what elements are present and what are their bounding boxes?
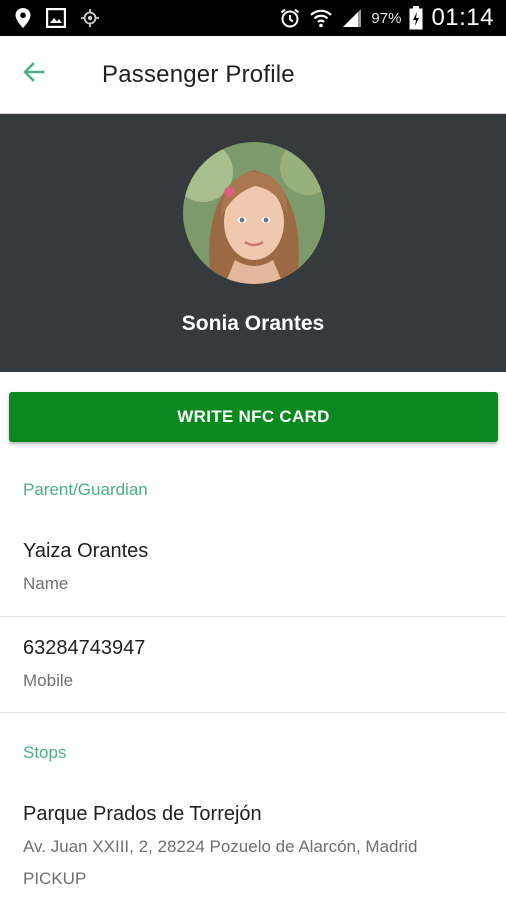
guardian-name-label: Name	[23, 574, 69, 593]
status-bar: 97% 01:14	[0, 0, 506, 36]
stops-section-header: Stops	[23, 743, 67, 762]
battery-icon	[409, 6, 423, 30]
divider	[0, 712, 506, 713]
stop-name: Parque Prados de Torrejón	[23, 803, 262, 825]
stop-address: Av. Juan XXIII, 2, 28224 Pozuelo de Alar…	[23, 837, 418, 856]
arrow-left-icon	[21, 59, 47, 90]
wifi-icon	[309, 7, 333, 29]
location-icon	[14, 7, 32, 29]
guardian-name-value: Yaiza Orantes	[23, 540, 149, 562]
avatar	[183, 142, 325, 284]
passenger-name: Sonia Orantes	[181, 312, 325, 335]
write-nfc-card-button[interactable]: WRITE NFC CARD	[9, 392, 498, 442]
page-title: Passenger Profile	[102, 60, 295, 88]
battery-text: 97%	[371, 9, 402, 27]
guardian-mobile-value: 63284743947	[23, 637, 146, 659]
divider	[0, 616, 506, 617]
guardian-section-header: Parent/Guardian	[23, 480, 148, 499]
status-bar-left	[14, 7, 114, 29]
guardian-mobile-label: Mobile	[23, 671, 74, 690]
stop-type: PICKUP	[23, 869, 87, 888]
back-button[interactable]	[14, 55, 54, 95]
status-bar-right: 97% 01:14	[271, 4, 494, 32]
gps-icon	[80, 8, 100, 28]
signal-icon	[341, 7, 363, 29]
image-icon	[46, 8, 66, 28]
clock-time: 01:14	[431, 4, 494, 31]
profile-header: Sonia Orantes	[0, 114, 506, 372]
alarm-icon	[279, 7, 301, 29]
app-bar: Passenger Profile	[0, 36, 506, 114]
